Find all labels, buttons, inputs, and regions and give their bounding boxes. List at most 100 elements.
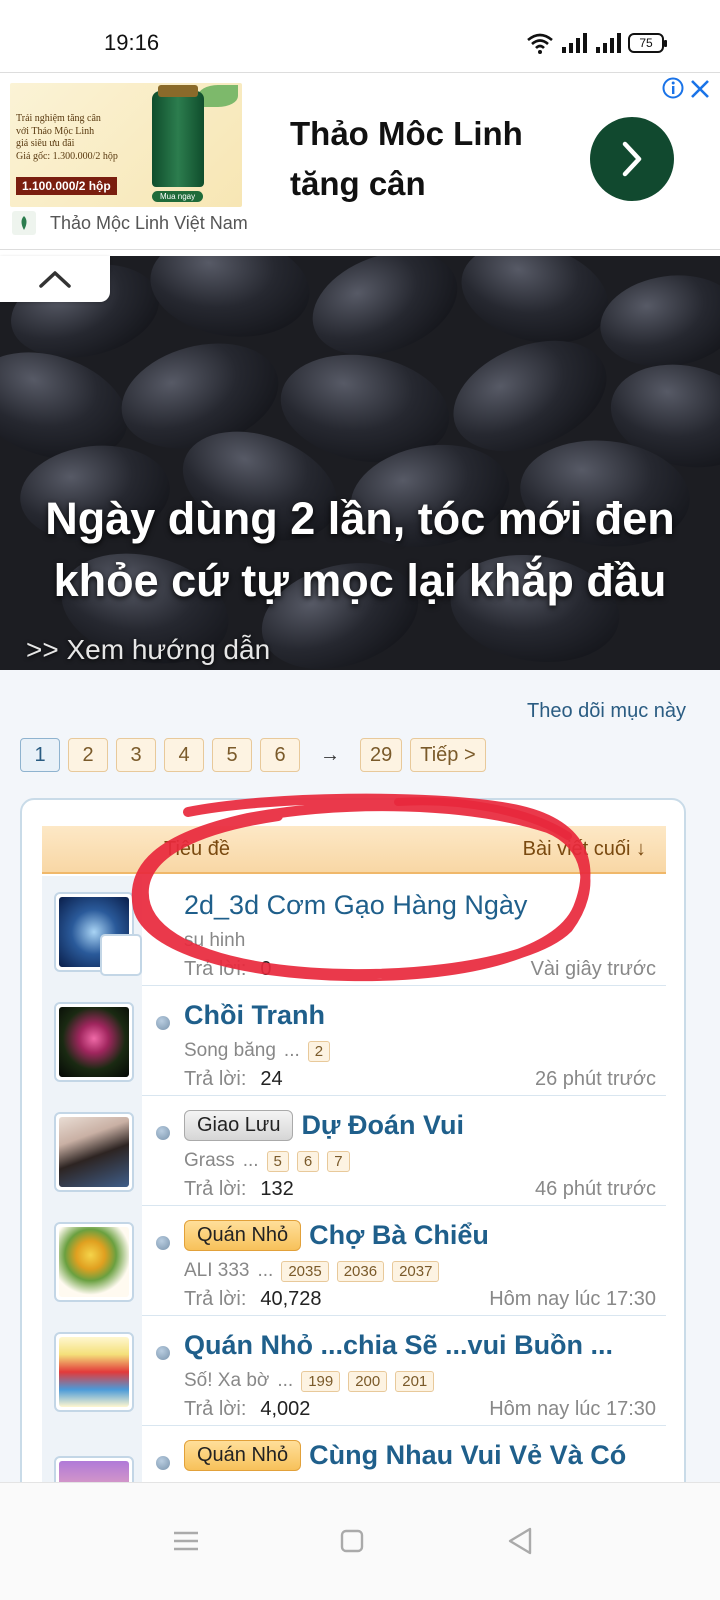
chevron-right-icon [622, 141, 642, 177]
product-bottle-image [152, 85, 204, 187]
table-row[interactable]: Chồi Tranh Song băng ... 2 Trả lời: 24 26… [42, 986, 666, 1096]
last-post-time[interactable]: Hôm nay lúc 17:30 [489, 1288, 656, 1311]
page-link-4[interactable]: 4 [164, 738, 204, 772]
pagination-skip-arrow: → [320, 743, 340, 766]
collapse-ad-button[interactable] [0, 256, 110, 302]
avatar[interactable] [54, 1456, 134, 1482]
reply-label: Trả lời: [184, 1288, 247, 1310]
hero-ad-image[interactable]: Ngày dùng 2 lần, tóc mới đen khỏe cứ tự … [0, 256, 720, 670]
page-jump-link[interactable]: 6 [296, 1150, 320, 1172]
page-jump-link[interactable]: 5 [266, 1150, 289, 1172]
thread-author[interactable]: su hinh [184, 930, 245, 952]
advertiser-logo-icon [12, 211, 36, 235]
reply-label: Trả lời: [184, 1178, 247, 1200]
ad-banner[interactable]: Trải nghiệm tăng cân với Thảo Mộc Linh g… [0, 72, 720, 250]
signal-icon [596, 33, 621, 53]
pagination: 1 2 3 4 5 6 → 29 Tiếp > [20, 738, 486, 772]
reply-label: Trả lời: [184, 958, 247, 980]
ad-thumb-promo: Trải nghiệm tăng cân với Thảo Mộc Linh g… [16, 113, 118, 162]
page-link-6[interactable]: 6 [260, 738, 300, 772]
last-post-time[interactable]: Hôm nay lúc 17:30 [489, 1398, 656, 1421]
info-icon[interactable] [662, 77, 684, 99]
thread-meta: Trả lời: 0 Vài giây trước [184, 958, 656, 981]
avatar[interactable] [54, 1002, 134, 1082]
close-icon[interactable] [688, 77, 712, 101]
table-row[interactable]: Giao Lưu Dự Đoán Vui Grass ... 5 6 7 Trả… [42, 1096, 666, 1206]
thread-title[interactable]: Chợ Bà Chiểu [309, 1220, 489, 1251]
thread-title[interactable]: Cùng Nhau Vui Vẻ Và Có [309, 1440, 626, 1471]
avatar[interactable] [54, 1222, 134, 1302]
column-title[interactable]: Tiêu đề [164, 838, 230, 861]
page-jump-link[interactable]: 7 [327, 1150, 350, 1172]
advertiser-name: Thảo Mộc Linh Việt Nam [50, 212, 248, 233]
last-post-time[interactable]: 26 phút trước [535, 1068, 656, 1091]
ellipsis: ... [242, 1150, 259, 1171]
thread-prefix-badge[interactable]: Quán Nhỏ [184, 1440, 302, 1471]
last-post-time[interactable]: Vài giây trước [531, 958, 656, 981]
table-row[interactable]: Quán Nhỏ ...chia Sẽ ...vui Buồn ... Số! … [42, 1316, 666, 1426]
reply-count: 24 [260, 1068, 283, 1090]
thread-title[interactable]: Chồi Tranh [184, 1000, 325, 1031]
page-link-2[interactable]: 2 [68, 738, 108, 772]
avatar[interactable] [54, 1332, 134, 1412]
bean-shape [143, 256, 317, 347]
forum-section: Theo dõi mục này 1 2 3 4 5 6 → 29 Tiếp >… [0, 670, 720, 1482]
avatar-small[interactable] [100, 934, 142, 976]
ad-thumb-buy: Mua ngay [152, 191, 204, 202]
page-link-last[interactable]: 29 [360, 738, 403, 772]
last-post-time[interactable]: 46 phút trước [535, 1178, 656, 1201]
page-link-5[interactable]: 5 [212, 738, 252, 772]
bean-shape [298, 256, 472, 374]
status-bar: 19:16 75 [0, 0, 720, 72]
thread-title[interactable]: Quán Nhỏ ...chia Sẽ ...vui Buồn ... [184, 1330, 613, 1361]
page-jump-link[interactable]: 199 [301, 1370, 341, 1392]
ad-title[interactable]: Thảo Môc Linh tăng cân [290, 109, 560, 209]
avatar[interactable] [54, 1112, 134, 1192]
page-link-3[interactable]: 3 [116, 738, 156, 772]
page-jump-link[interactable]: 2035 [281, 1260, 329, 1282]
thread-author[interactable]: Grass [184, 1150, 235, 1172]
ellipsis: ... [283, 1040, 300, 1061]
follow-forum-link[interactable]: Theo dõi mục này [527, 700, 686, 723]
home-square-icon [340, 1529, 364, 1553]
page-jump-link[interactable]: 2037 [392, 1260, 440, 1282]
table-row[interactable]: 2d_3d Cơm Gạo Hàng Ngày su hinh Trả lời:… [42, 876, 666, 986]
thread-meta: Trả lời: 24 26 phút trước [184, 1068, 656, 1091]
page-jump-link[interactable]: 201 [395, 1370, 435, 1392]
status-icons: 75 [526, 32, 667, 54]
thread-list-header: Tiêu đề Bài viết cuối ↓ [42, 826, 666, 874]
battery-icon: 75 [628, 33, 667, 53]
page-link-1[interactable]: 1 [20, 738, 60, 772]
ad-thumbnail[interactable]: Trải nghiệm tăng cân với Thảo Mộc Linh g… [10, 83, 242, 207]
menu-nav-button[interactable] [156, 1511, 216, 1571]
thread-author[interactable]: Song băng [184, 1040, 276, 1062]
page-jump-link[interactable]: 2 [307, 1040, 331, 1062]
thread-author[interactable]: Số! Xa bờ [184, 1370, 269, 1392]
leaf-decoration [198, 85, 238, 107]
hero-guide-link[interactable]: >> Xem hướng dẫn [26, 634, 270, 666]
back-nav-button[interactable] [490, 1511, 550, 1571]
status-dot-icon [156, 1016, 170, 1030]
table-row[interactable]: Quán Nhỏ Chợ Bà Chiểu ALI 333 ... 2035 2… [42, 1206, 666, 1316]
status-dot-icon [156, 1346, 170, 1360]
ad-thumb-price: 1.100.000/2 hộp [16, 177, 117, 195]
thread-prefix-badge[interactable]: Quán Nhỏ [184, 1220, 302, 1251]
ad-go-button[interactable] [590, 117, 674, 201]
thread-author[interactable]: ALI 333 [184, 1260, 250, 1282]
reply-count: 4,002 [260, 1398, 311, 1420]
table-row[interactable]: Quán Nhỏ Cùng Nhau Vui Vẻ Và Có [42, 1426, 666, 1482]
avatar-cell [42, 1426, 142, 1482]
ellipsis: ... [277, 1370, 294, 1391]
column-last-post[interactable]: Bài viết cuối ↓ [523, 838, 646, 861]
page-jump-link[interactable]: 2036 [336, 1260, 385, 1282]
menu-icon [174, 1531, 198, 1551]
thread-prefix-badge[interactable]: Giao Lưu [184, 1110, 294, 1141]
home-nav-button[interactable] [322, 1511, 382, 1571]
ad-advertiser[interactable]: Thảo Mộc Linh Việt Nam [12, 211, 248, 235]
page-jump-link[interactable]: 200 [348, 1370, 388, 1392]
avatar-cell [42, 1316, 142, 1426]
thread-list: Tiêu đề Bài viết cuối ↓ 2d_3d Cơm Gạo Hà… [20, 798, 686, 1482]
thread-title[interactable]: Dự Đoán Vui [301, 1110, 464, 1141]
thread-title[interactable]: 2d_3d Cơm Gạo Hàng Ngày [184, 890, 527, 921]
next-page-button[interactable]: Tiếp > [410, 738, 486, 772]
